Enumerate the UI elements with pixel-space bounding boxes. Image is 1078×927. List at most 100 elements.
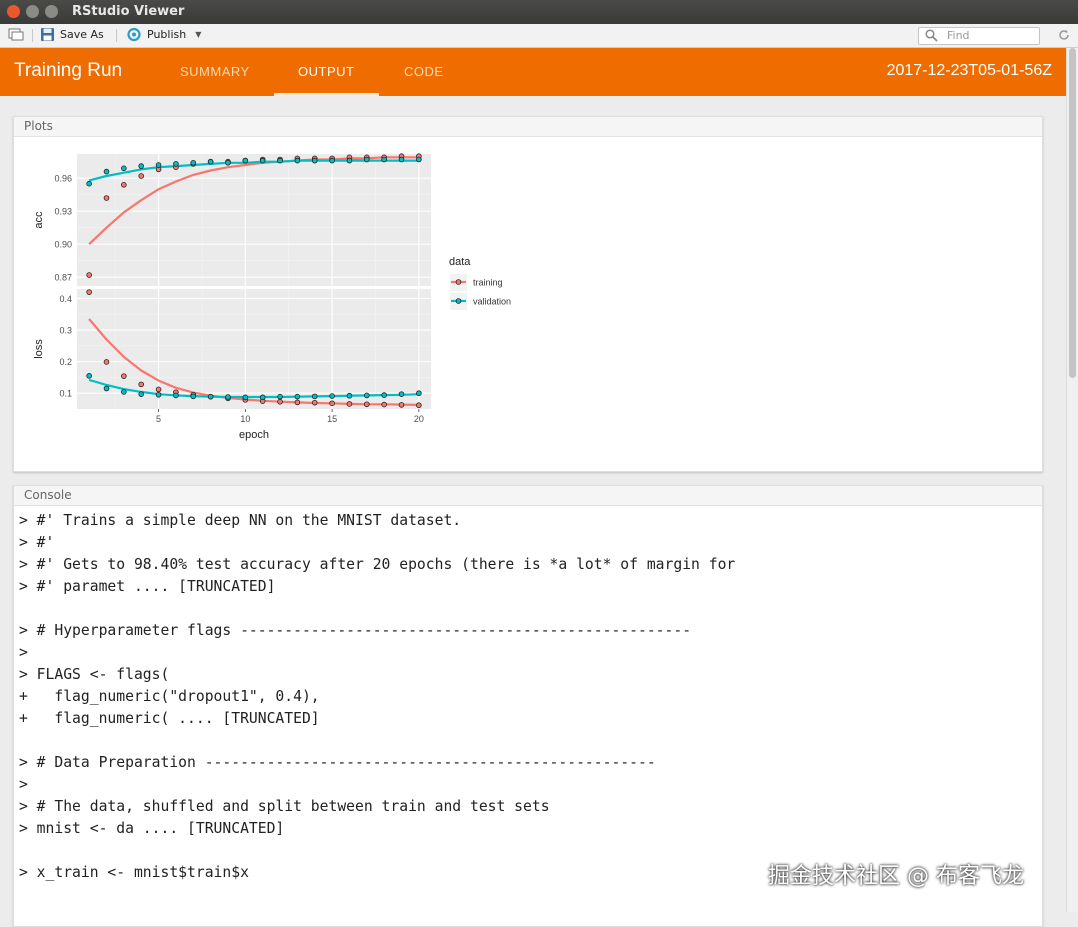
data-point-validation <box>398 156 405 163</box>
data-point-validation <box>363 392 370 399</box>
data-point-training <box>138 381 145 388</box>
maximize-window-button[interactable] <box>45 5 58 18</box>
data-point-validation <box>225 159 231 166</box>
legend-label-validation: validation <box>473 297 511 307</box>
data-point-training <box>329 400 335 407</box>
data-point-training <box>155 386 162 393</box>
data-point-validation <box>138 163 145 169</box>
console-line: > # The data, shuffled and split between… <box>19 798 550 815</box>
page-scrollbar[interactable] <box>1066 48 1078 912</box>
data-point-validation <box>381 156 387 163</box>
data-point-validation <box>86 373 92 379</box>
data-point-training <box>138 173 145 179</box>
console-line: > x_train <- mnist$train$x <box>19 864 249 881</box>
y-tick-label: 0.4 <box>59 294 72 304</box>
floppy-disk-icon <box>41 28 54 41</box>
data-point-validation <box>277 393 283 400</box>
data-point-validation <box>277 157 283 164</box>
close-window-button[interactable] <box>7 5 20 18</box>
console-line: > FLAGS <- flags( <box>19 666 170 683</box>
data-point-validation <box>207 393 214 400</box>
data-point-validation <box>190 159 197 166</box>
data-point-validation <box>242 157 249 164</box>
open-in-browser-button[interactable] <box>8 27 24 41</box>
x-axis-label: epoch <box>239 429 269 441</box>
console-line: > #' Gets to 98.40% test accuracy after … <box>19 556 736 573</box>
plots-panel: Plots 0.87 0.90 0.93 0.96 acc 0.1 0.2 0.3 0.4 los… <box>13 116 1043 472</box>
data-point-training <box>121 181 127 188</box>
data-point-validation <box>225 394 231 400</box>
data-point-training <box>381 401 387 408</box>
console-line: > <box>19 644 28 661</box>
data-point-validation <box>86 180 92 187</box>
data-point-validation <box>311 393 318 400</box>
x-tick-label: 15 <box>327 414 337 424</box>
data-point-training <box>121 373 127 379</box>
console-panel-title: Console <box>14 486 1042 506</box>
legend-title: data <box>449 256 471 268</box>
y-axis-label: loss <box>33 339 45 359</box>
refresh-icon[interactable] <box>1057 28 1071 42</box>
data-point-training <box>103 359 110 365</box>
minimize-window-button[interactable] <box>26 5 39 18</box>
y-tick-label: 0.3 <box>59 326 72 336</box>
publish-button[interactable]: Publish ▼ <box>126 27 201 42</box>
x-tick-label: 10 <box>240 414 250 424</box>
y-axis-label: acc <box>33 211 45 229</box>
chevron-down-icon: ▼ <box>195 30 202 39</box>
facet-panel-acc <box>77 154 431 286</box>
data-point-validation <box>121 165 127 172</box>
legend-label-training: training <box>473 278 503 288</box>
data-point-training <box>86 272 92 278</box>
data-point-validation <box>346 157 353 164</box>
save-as-label: Save As <box>60 28 104 41</box>
data-point-validation <box>103 385 110 392</box>
data-point-validation <box>259 394 266 401</box>
open-window-icon <box>8 28 24 41</box>
data-point-validation <box>363 156 370 163</box>
find-input[interactable]: Find <box>918 27 1040 45</box>
viewer-toolbar: Save As Publish ▼ Find <box>0 24 1078 48</box>
console-output: > #' Trains a simple deep NN on the MNIS… <box>19 510 735 884</box>
data-point-training <box>346 401 353 407</box>
y-tick-label: 0.90 <box>54 240 72 250</box>
data-point-validation <box>381 392 387 398</box>
training-history-chart: 0.87 0.90 0.93 0.96 acc 0.1 0.2 0.3 0.4 loss 5 10 15… <box>33 153 511 441</box>
y-tick-label: 0.96 <box>54 174 72 184</box>
data-point-validation <box>242 394 249 401</box>
tab-summary[interactable]: SUMMARY <box>180 64 250 79</box>
data-point-training <box>86 289 92 295</box>
console-line: > <box>19 776 28 793</box>
data-point-validation <box>155 162 162 168</box>
y-tick-label: 0.1 <box>59 389 72 399</box>
data-point-training <box>277 398 283 405</box>
y-tick-label: 0.2 <box>59 357 72 367</box>
console-line: > #' paramet .... [TRUNCATED] <box>19 578 276 595</box>
data-point-validation <box>103 168 110 175</box>
y-tick-label: 0.87 <box>54 273 72 283</box>
save-as-button[interactable]: Save As <box>40 27 104 42</box>
watermark: 掘金技术社区 @ 布客飞龙 <box>768 864 1024 889</box>
tab-code[interactable]: CODE <box>404 64 444 79</box>
data-point-validation <box>416 390 422 397</box>
tab-output[interactable]: OUTPUT <box>298 64 354 79</box>
scrollbar-thumb[interactable] <box>1069 48 1076 378</box>
x-tick-label: 5 <box>156 414 161 424</box>
legend-point-training <box>455 279 462 285</box>
run-timestamp: 2017-12-23T05-01-56Z <box>886 62 1052 79</box>
console-line: + flag_numeric( .... [TRUNCATED] <box>19 710 320 727</box>
data-point-training <box>363 401 370 408</box>
console-line: > # Hyperparameter flags ---------------… <box>19 622 692 639</box>
output-content: Plots 0.87 0.90 0.93 0.96 acc 0.1 0.2 0.3 0.4 los… <box>0 96 1066 927</box>
data-point-training <box>311 399 318 406</box>
data-point-validation <box>121 389 127 395</box>
data-point-validation <box>138 391 145 397</box>
data-point-validation <box>416 156 422 163</box>
console-line: > #' Trains a simple deep NN on the MNIS… <box>19 512 462 529</box>
data-point-validation <box>294 157 301 164</box>
publish-icon <box>127 27 141 42</box>
data-point-training <box>294 399 301 406</box>
find-placeholder: Find <box>947 29 970 42</box>
window-title: RStudio Viewer <box>72 4 185 19</box>
data-point-validation <box>155 391 162 398</box>
